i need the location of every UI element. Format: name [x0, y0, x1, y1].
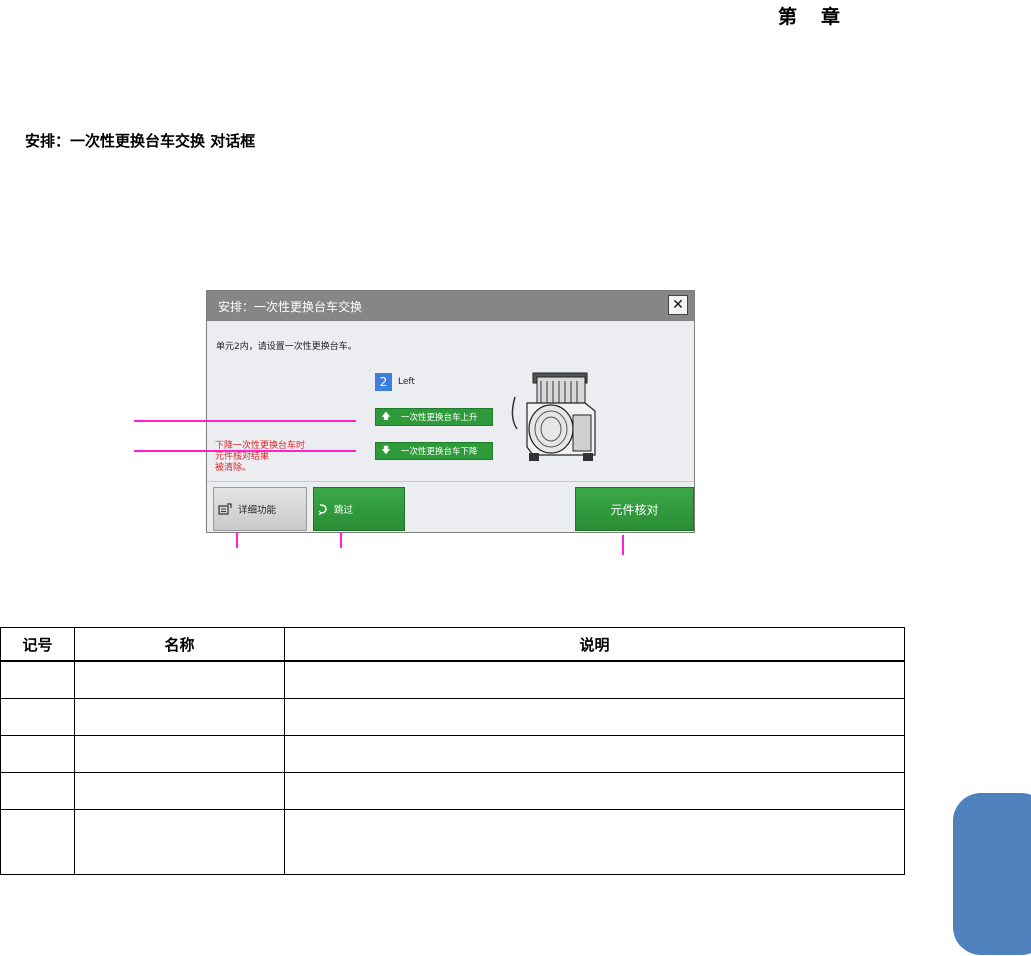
callout-line-skip: [340, 532, 342, 548]
skip-label: 跳过: [334, 505, 354, 516]
table-cell: [284, 735, 905, 773]
dialog-titlebar: 安排：一次性更换台车交换: [207, 291, 694, 321]
symbol-table: 记号 名称 说明: [0, 627, 905, 875]
header-description: 说明: [284, 627, 905, 662]
table-cell: [0, 772, 75, 810]
lower-cart-button[interactable]: 🡇 一次性更换台车下降: [375, 442, 493, 460]
skip-button[interactable]: 跳过: [313, 487, 405, 531]
table-cell: [0, 698, 75, 736]
callout-line-raise: [134, 420, 356, 422]
table-cell: [0, 660, 75, 699]
table-cell: [74, 698, 285, 736]
skip-icon: [318, 504, 327, 515]
cart-exchange-dialog: 安排：一次性更换台车交换 ✕ 单元2内，请设置一次性更换台车。 2 Left 🡅…: [206, 290, 695, 533]
callout-line-lower: [134, 450, 356, 452]
table-cell: [74, 809, 285, 875]
detail-function-label: 详细功能: [238, 505, 277, 516]
component-verify-label: 元件核对: [610, 502, 659, 517]
arrow-up-icon: 🡅: [381, 412, 391, 422]
table-row: [0, 772, 905, 810]
dialog-message: 单元2内，请设置一次性更换台车。: [216, 342, 357, 352]
warning-message: 下降一次性更换台车时 元件核对结果 被清除。: [215, 441, 305, 474]
table-row: [0, 698, 905, 736]
table-cell: [74, 772, 285, 810]
table-row: [0, 735, 905, 773]
table-cell: [284, 698, 905, 736]
table-header-row: 记号 名称 说明: [0, 627, 905, 662]
chapter-label-right: 章: [821, 6, 843, 28]
callout-line-verify: [622, 535, 624, 555]
table-cell: [74, 735, 285, 773]
arrow-down-icon: 🡇: [381, 446, 391, 456]
chapter-heading: 第 章: [778, 2, 842, 29]
header-symbol: 记号: [0, 627, 75, 662]
raise-cart-label: 一次性更换台车上升: [401, 413, 478, 423]
section-title: 安排：一次性更换台车交换 对话框: [25, 132, 256, 150]
close-button[interactable]: ✕: [668, 295, 688, 315]
lower-cart-label: 一次性更换台车下降: [401, 447, 478, 457]
raise-cart-button[interactable]: 🡅 一次性更换台车上升: [375, 408, 493, 426]
detail-function-button[interactable]: 详细功能: [213, 487, 307, 531]
table-cell: [74, 660, 285, 699]
component-verify-button[interactable]: 元件核对: [575, 487, 694, 531]
callout-line-detail: [236, 532, 238, 548]
cart-illustration: [511, 372, 596, 461]
detail-settings-icon: [218, 503, 232, 515]
header-name: 名称: [74, 627, 285, 662]
table-cell: [284, 772, 905, 810]
unit-number-badge: 2: [375, 373, 392, 391]
chapter-label-left: 第: [778, 6, 800, 28]
chapter-side-tab: [953, 793, 1031, 955]
table-cell: [0, 735, 75, 773]
table-row: [0, 809, 905, 875]
table-cell: [284, 660, 905, 699]
table-cell: [0, 809, 75, 875]
table-row: [0, 660, 905, 699]
warning-line-3: 被清除。: [215, 463, 252, 473]
warning-line-2: 元件核对结果: [215, 452, 270, 462]
button-bar-divider: [207, 481, 694, 482]
table-cell: [284, 809, 905, 875]
dialog-title: 安排：一次性更换台车交换: [218, 299, 363, 314]
unit-side-label: Left: [398, 377, 415, 387]
